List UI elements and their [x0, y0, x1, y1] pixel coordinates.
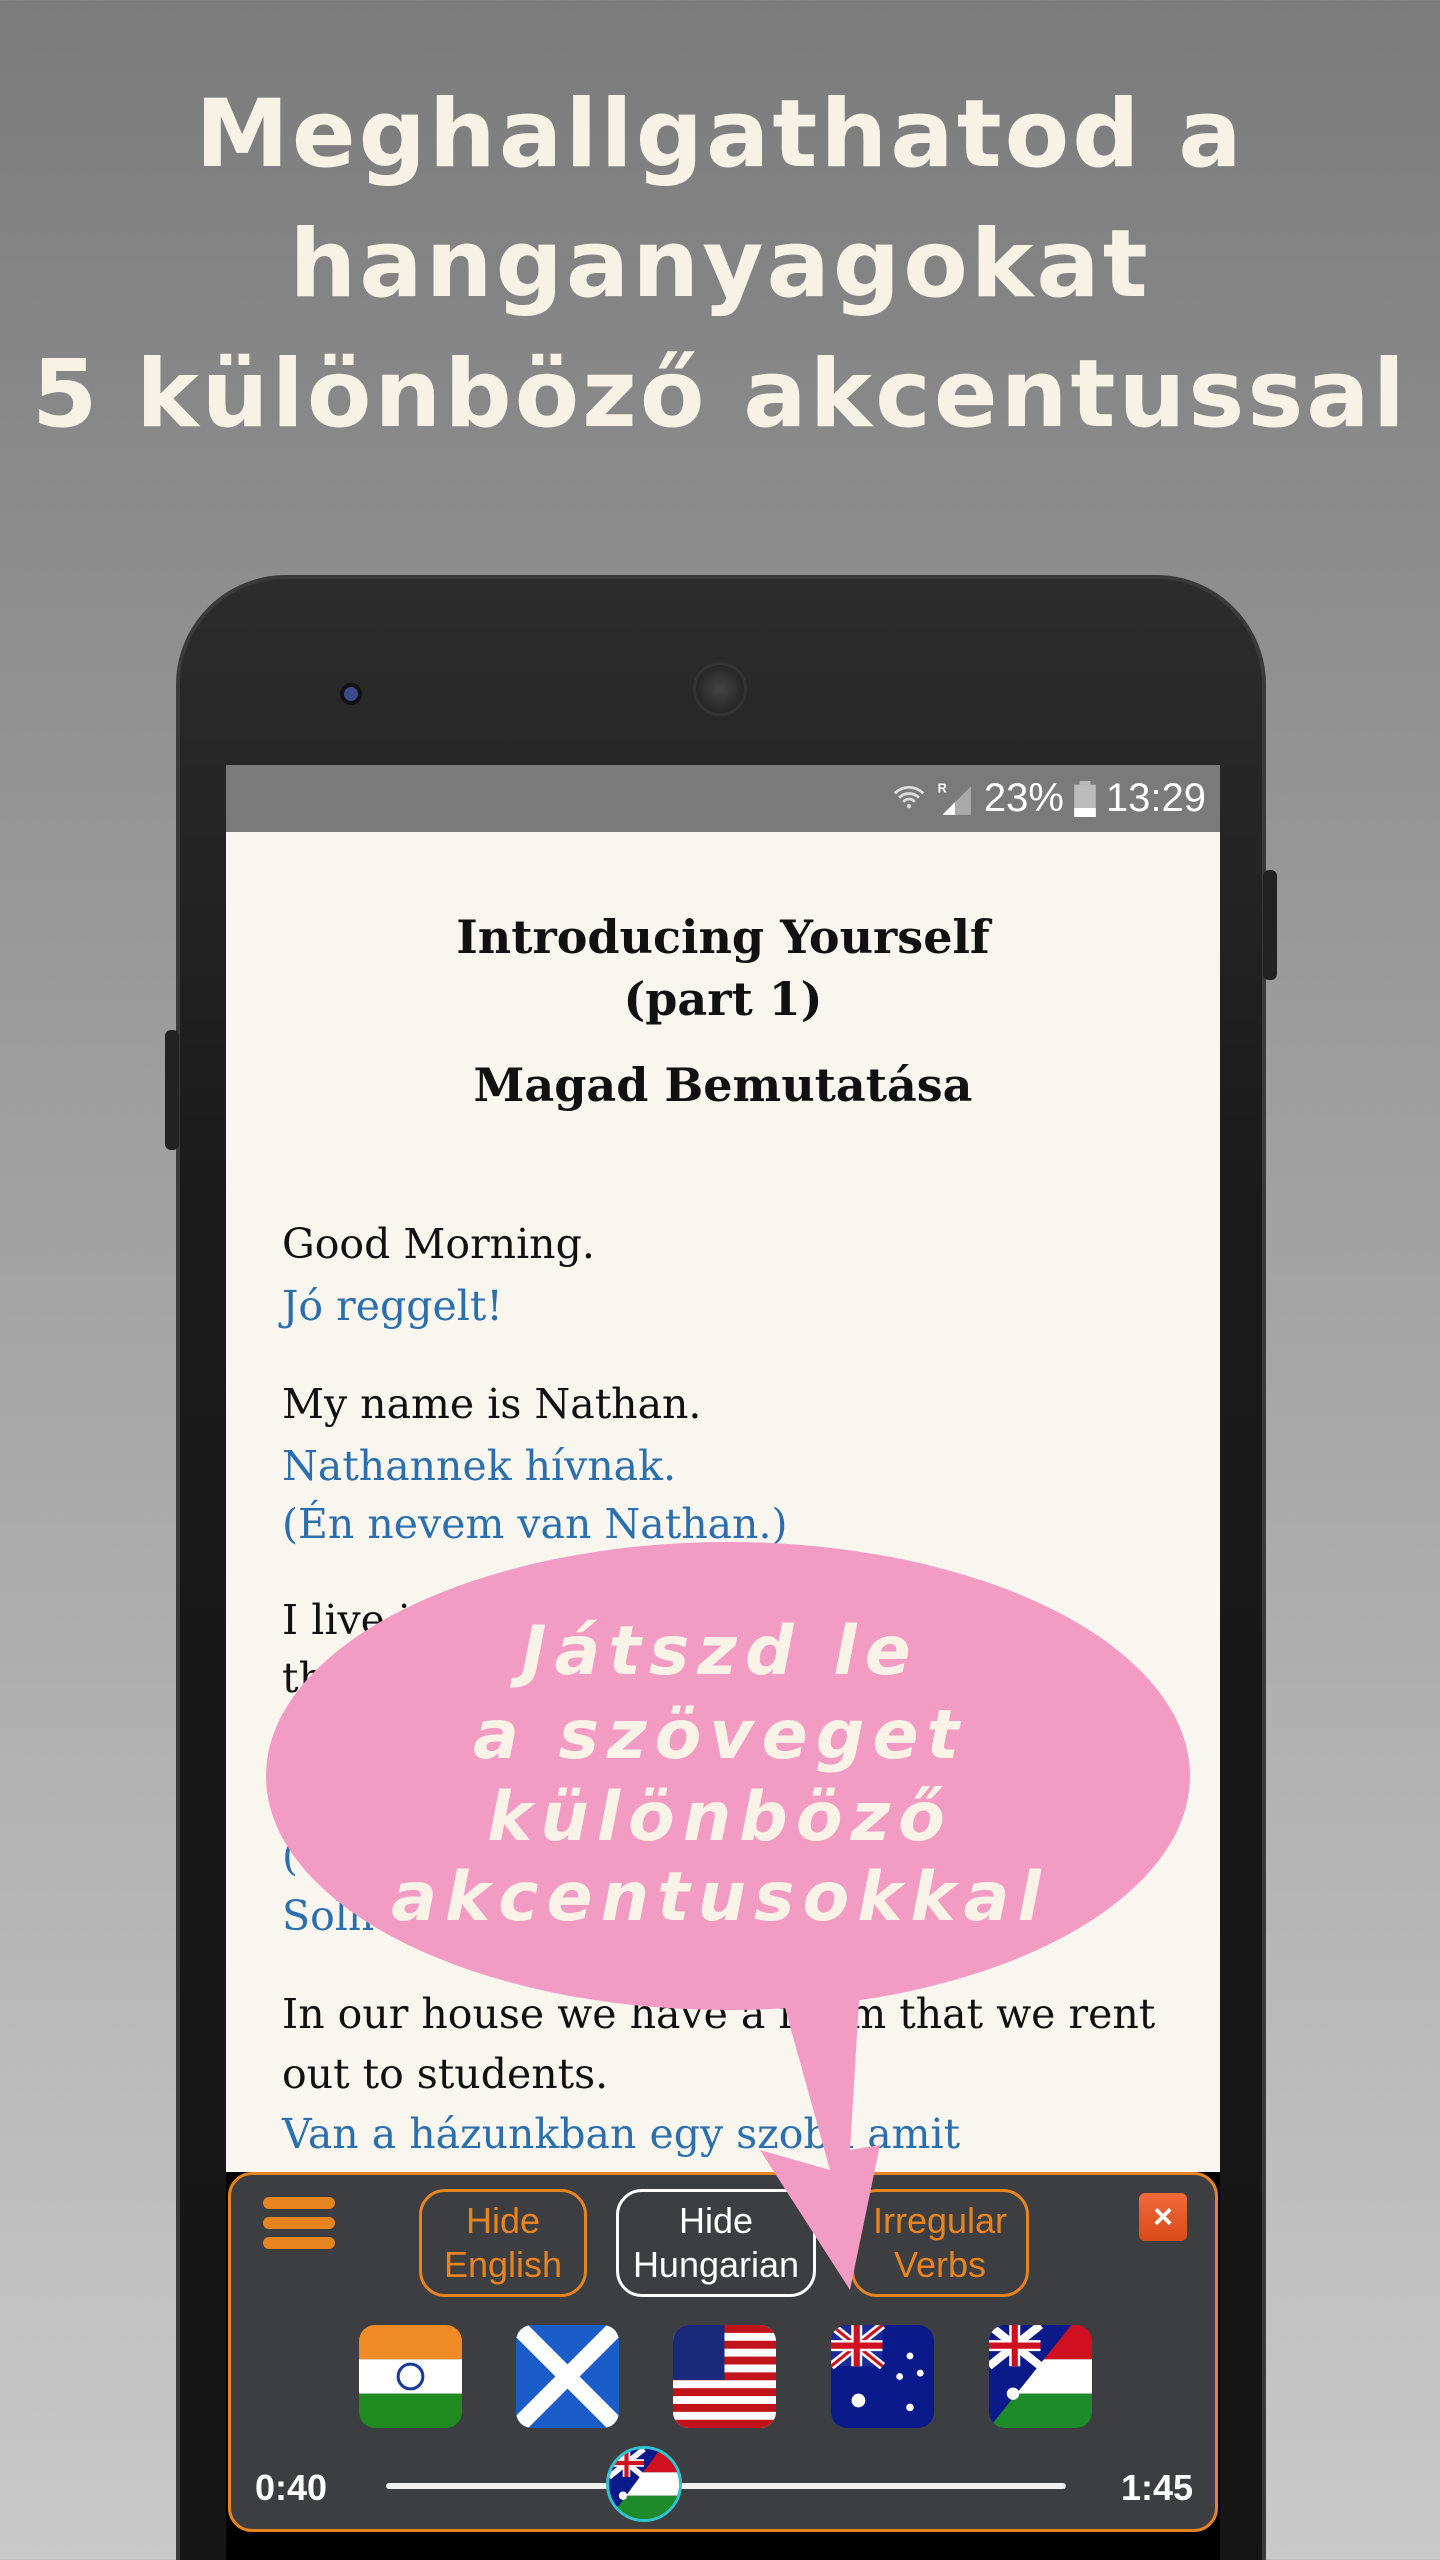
promo-headline: Meghallgathatod a hanganyagokat 5 különb… — [0, 70, 1440, 460]
sentence-hungarian: Van a házunkban egy szoba amit — [282, 2110, 961, 2158]
phone-button — [165, 1030, 179, 1150]
seek-thumb-australia-hungary-flag-icon[interactable] — [606, 2446, 683, 2522]
sentence-english: My name is Nathan. — [282, 1380, 702, 1428]
current-time: 0:40 — [255, 2467, 328, 2508]
button-label: Irregular — [872, 2200, 1008, 2241]
status-bar: R 23% 13:29 — [226, 765, 1220, 832]
australia-hungary-flag-icon[interactable] — [989, 2325, 1092, 2428]
button-label: Hide — [678, 2200, 754, 2241]
player-panel: Hide English Hide Hungarian Irregular Verbs… — [228, 2172, 1218, 2532]
button-label: Hungarian — [632, 2244, 800, 2285]
india-flag-icon[interactable] — [359, 2325, 462, 2428]
seek-bar[interactable] — [386, 2483, 1066, 2489]
earpiece — [693, 662, 747, 716]
button-label: English — [443, 2244, 563, 2285]
sentence-english: Good Morning. — [282, 1220, 595, 1268]
usa-flag-icon[interactable] — [673, 2325, 776, 2428]
menu-icon[interactable] — [263, 2197, 335, 2249]
headline-line: 5 különböző akcentussal — [32, 340, 1408, 449]
australia-flag-icon[interactable] — [831, 2325, 934, 2428]
callout-text: akcentusokkal — [391, 1858, 1049, 1937]
scotland-flag-icon[interactable] — [516, 2325, 619, 2428]
wifi-icon — [893, 785, 925, 808]
callout-text: a szöveget — [472, 1696, 968, 1775]
hide-english-button[interactable]: Hide English — [419, 2189, 587, 2297]
irregular-verbs-button[interactable]: Irregular Verbs — [851, 2189, 1029, 2297]
sentence-english: In our house we have a room that we rent — [282, 1990, 1156, 2038]
sentence-hungarian: (Én nevem van Nathan.) — [282, 1500, 788, 1548]
button-label: Verbs — [893, 2244, 987, 2285]
total-time: 1:45 — [1120, 2467, 1193, 2508]
camera — [340, 683, 362, 705]
lesson-subtitle: Magad Bemutatása — [473, 1058, 973, 1112]
lesson-title: Introducing Yourself — [456, 910, 990, 964]
sentence-hungarian: Jó reggelt! — [282, 1282, 503, 1330]
battery-icon — [1074, 780, 1096, 817]
hide-hungarian-button[interactable]: Hide Hungarian — [616, 2189, 816, 2297]
headline-line: hanganyagokat — [289, 210, 1151, 319]
lesson-title-part: (part 1) — [623, 972, 823, 1026]
headline-line: Meghallgathatod a — [195, 80, 1245, 189]
signal-roaming-icon: R — [937, 781, 971, 815]
callout-text: Játszd le — [521, 1612, 919, 1691]
sentence-hungarian: Nathannek hívnak. — [282, 1442, 677, 1490]
svg-text:R: R — [937, 781, 946, 795]
button-label: Hide — [465, 2200, 541, 2241]
lesson-content[interactable]: Introducing Yourself (part 1) Magad Bemu… — [226, 832, 1220, 2172]
battery-percent: 23% — [983, 776, 1064, 820]
callout-text: különböző — [487, 1778, 953, 1857]
sentence-english: out to students. — [282, 2050, 609, 2098]
close-button[interactable]: × — [1139, 2193, 1187, 2241]
clock: 13:29 — [1105, 776, 1206, 820]
phone-button — [1263, 870, 1277, 980]
